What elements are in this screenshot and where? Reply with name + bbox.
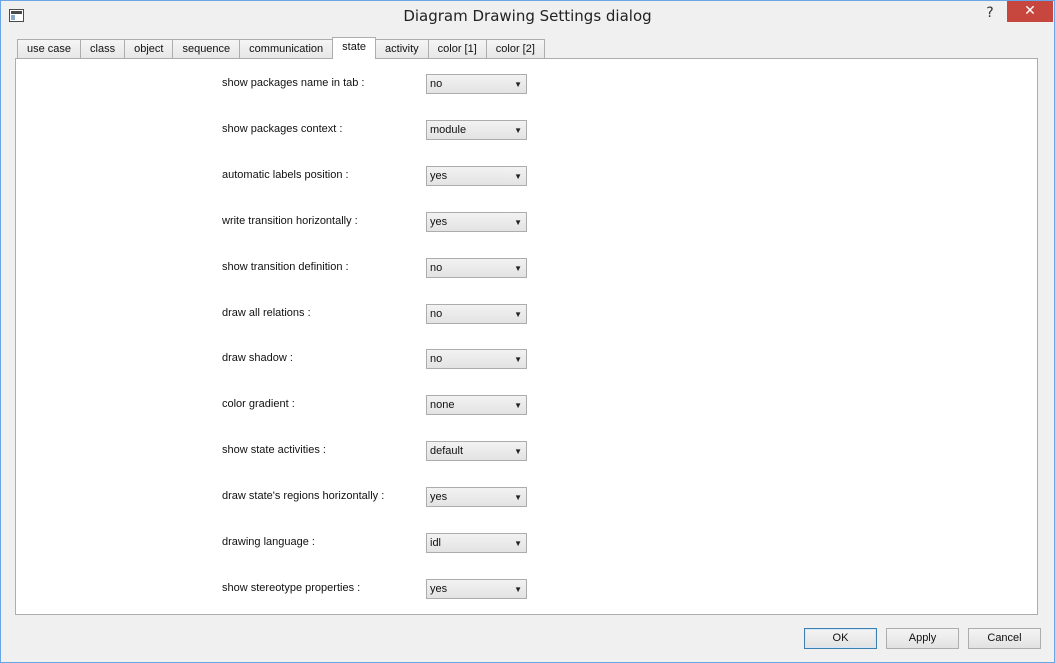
chevron-down-icon: ▼ <box>514 126 522 135</box>
tab-use-case[interactable]: use case <box>17 39 82 59</box>
chevron-down-icon: ▼ <box>514 585 522 594</box>
setting-row: show state activities : default ▼ <box>222 441 542 461</box>
cancel-button[interactable]: Cancel <box>968 628 1041 649</box>
setting-label: show stereotype properties : <box>222 582 361 594</box>
select-value: module <box>430 124 467 136</box>
setting-label: show state activities : <box>222 444 326 456</box>
setting-row: draw all relations : no ▼ <box>222 304 542 324</box>
setting-row: write transition horizontally : yes ▼ <box>222 212 542 232</box>
settings-panel: show packages name in tab : no ▼ show pa… <box>15 58 1038 615</box>
tab-class[interactable]: class <box>80 39 126 59</box>
select-value: yes <box>430 583 448 595</box>
select-value: none <box>430 399 455 411</box>
setting-row: show packages context : module ▼ <box>222 120 542 140</box>
setting-label: draw shadow : <box>222 352 293 364</box>
setting-row: show packages name in tab : no ▼ <box>222 74 542 94</box>
setting-select[interactable]: yes ▼ <box>426 212 527 232</box>
close-button[interactable]: ✕ <box>1007 1 1053 22</box>
select-value: yes <box>430 216 448 228</box>
apply-button[interactable]: Apply <box>886 628 959 649</box>
chevron-down-icon: ▼ <box>514 80 522 89</box>
setting-select[interactable]: yes ▼ <box>426 166 527 186</box>
help-button[interactable]: ? <box>977 3 1003 23</box>
setting-select[interactable]: no ▼ <box>426 74 527 94</box>
chevron-down-icon: ▼ <box>514 493 522 502</box>
select-value: yes <box>430 491 448 503</box>
select-value: no <box>430 78 443 90</box>
setting-label: show transition definition : <box>222 261 349 273</box>
chevron-down-icon: ▼ <box>514 218 522 227</box>
setting-select[interactable]: yes ▼ <box>426 487 527 507</box>
tab-color-2[interactable]: color [2] <box>485 39 545 59</box>
window-title: Diagram Drawing Settings dialog <box>403 7 652 25</box>
setting-select[interactable]: yes ▼ <box>426 579 527 599</box>
chevron-down-icon: ▼ <box>514 447 522 456</box>
tab-sequence[interactable]: sequence <box>172 39 241 59</box>
chevron-down-icon: ▼ <box>514 355 522 364</box>
tab-bar: use case class object sequence communica… <box>17 37 545 59</box>
setting-row: draw state's regions horizontally : yes … <box>222 487 542 507</box>
chevron-down-icon: ▼ <box>514 172 522 181</box>
chevron-down-icon: ▼ <box>514 539 522 548</box>
setting-label: show packages name in tab : <box>222 77 365 89</box>
setting-row: color gradient : none ▼ <box>222 395 542 415</box>
setting-select[interactable]: none ▼ <box>426 395 527 415</box>
select-value: no <box>430 308 443 320</box>
setting-row: automatic labels position : yes ▼ <box>222 166 542 186</box>
tab-state[interactable]: state <box>332 37 377 59</box>
select-value: no <box>430 353 443 365</box>
setting-select[interactable]: no ▼ <box>426 349 527 369</box>
select-value: no <box>430 262 443 274</box>
chevron-down-icon: ▼ <box>514 401 522 410</box>
title-bar[interactable]: Diagram Drawing Settings dialog ? ✕ <box>1 1 1054 31</box>
setting-label: show packages context : <box>222 123 343 135</box>
setting-row: draw shadow : no ▼ <box>222 349 542 369</box>
ok-button[interactable]: OK <box>804 628 877 649</box>
setting-label: automatic labels position : <box>222 169 349 181</box>
setting-label: color gradient : <box>222 398 295 410</box>
setting-label: write transition horizontally : <box>222 215 358 227</box>
setting-select[interactable]: idl ▼ <box>426 533 527 553</box>
setting-row: drawing language : idl ▼ <box>222 533 542 553</box>
chevron-down-icon: ▼ <box>514 310 522 319</box>
dialog-window: Diagram Drawing Settings dialog ? ✕ use … <box>0 0 1055 663</box>
setting-row: show stereotype properties : yes ▼ <box>222 579 542 599</box>
tab-color-1[interactable]: color [1] <box>427 39 487 59</box>
setting-select[interactable]: no ▼ <box>426 304 527 324</box>
tab-object[interactable]: object <box>124 39 174 59</box>
tab-activity[interactable]: activity <box>375 39 429 59</box>
setting-select[interactable]: module ▼ <box>426 120 527 140</box>
select-value: idl <box>430 537 442 549</box>
setting-row: show transition definition : no ▼ <box>222 258 542 278</box>
select-value: yes <box>430 170 448 182</box>
chevron-down-icon: ▼ <box>514 264 522 273</box>
setting-label: drawing language : <box>222 536 315 548</box>
tab-communication[interactable]: communication <box>239 39 334 59</box>
select-value: default <box>430 445 464 457</box>
setting-select[interactable]: no ▼ <box>426 258 527 278</box>
setting-label: draw all relations : <box>222 307 311 319</box>
setting-select[interactable]: default ▼ <box>426 441 527 461</box>
setting-label: draw state's regions horizontally : <box>222 490 385 502</box>
